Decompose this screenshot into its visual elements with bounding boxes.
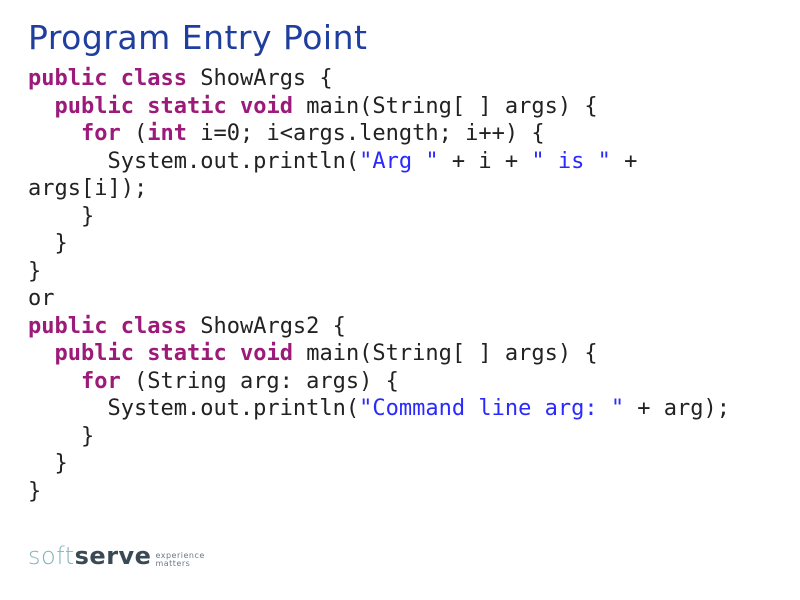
sp bbox=[134, 341, 147, 366]
brace-close: } bbox=[28, 424, 94, 449]
kw-for: for bbox=[81, 121, 121, 146]
println-call: System.out.println( bbox=[107, 396, 359, 421]
kw-public: public bbox=[28, 314, 107, 339]
logo-soft: soft bbox=[28, 542, 75, 570]
kw-int: int bbox=[147, 121, 187, 146]
sp bbox=[293, 341, 306, 366]
sp bbox=[107, 314, 120, 339]
indent bbox=[28, 94, 55, 119]
brace-close: } bbox=[28, 204, 94, 229]
brace-close: } bbox=[28, 259, 41, 284]
kw-static: static bbox=[147, 341, 226, 366]
footer-logo: softserveexperiencematters bbox=[28, 542, 205, 570]
for-head: (String arg: args) { bbox=[134, 369, 399, 394]
sp bbox=[187, 121, 200, 146]
kw-public: public bbox=[55, 341, 134, 366]
logo-tagline: experiencematters bbox=[155, 552, 204, 568]
indent bbox=[28, 369, 81, 394]
println-arg-cont: args[i]); bbox=[28, 176, 147, 201]
logo-serve: serve bbox=[75, 542, 152, 570]
brace-close: } bbox=[28, 479, 41, 504]
sp bbox=[187, 314, 200, 339]
brace-close: } bbox=[28, 231, 68, 256]
slide: Program Entry Point public class ShowArg… bbox=[0, 0, 800, 600]
sp bbox=[134, 94, 147, 119]
string-literal: "Arg " bbox=[359, 149, 438, 174]
indent bbox=[28, 341, 55, 366]
concat: + i + bbox=[439, 149, 532, 174]
kw-class: class bbox=[121, 314, 187, 339]
brace-close: } bbox=[28, 451, 68, 476]
kw-class: class bbox=[121, 66, 187, 91]
indent bbox=[28, 149, 107, 174]
for-head: i=0; i<args.length; i++) { bbox=[200, 121, 544, 146]
concat: + bbox=[611, 149, 638, 174]
sp bbox=[121, 369, 134, 394]
println-call: System.out.println( bbox=[107, 149, 359, 174]
indent bbox=[28, 121, 81, 146]
sp bbox=[293, 94, 306, 119]
or-separator: or bbox=[28, 286, 68, 311]
main-sig: main(String[ ] args) { bbox=[306, 341, 597, 366]
sp: ( bbox=[121, 121, 148, 146]
kw-public: public bbox=[28, 66, 107, 91]
kw-void: void bbox=[240, 341, 293, 366]
sp bbox=[107, 66, 120, 91]
indent bbox=[28, 396, 107, 421]
string-literal: "Command line arg: " bbox=[359, 396, 624, 421]
code-block: public class ShowArgs { public static vo… bbox=[28, 65, 772, 505]
sp bbox=[187, 66, 200, 91]
logo-tag-line2: matters bbox=[155, 559, 190, 568]
class-name: ShowArgs { bbox=[200, 66, 332, 91]
slide-title: Program Entry Point bbox=[28, 18, 772, 57]
concat: + arg); bbox=[624, 396, 730, 421]
class-name: ShowArgs2 { bbox=[200, 314, 346, 339]
kw-void: void bbox=[240, 94, 293, 119]
string-literal: " is " bbox=[531, 149, 610, 174]
kw-for: for bbox=[81, 369, 121, 394]
main-sig: main(String[ ] args) { bbox=[306, 94, 597, 119]
kw-static: static bbox=[147, 94, 226, 119]
kw-public: public bbox=[55, 94, 134, 119]
sp bbox=[227, 94, 240, 119]
sp bbox=[227, 341, 240, 366]
